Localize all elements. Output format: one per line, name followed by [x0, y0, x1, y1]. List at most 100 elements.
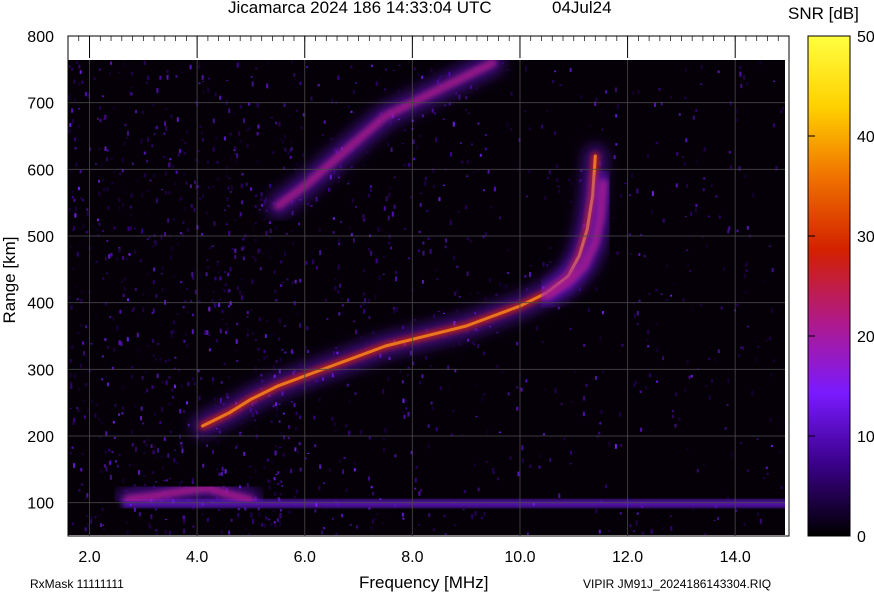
noise-pixel	[684, 97, 687, 99]
noise-pixel	[177, 242, 180, 245]
noise-pixel	[746, 325, 749, 328]
noise-pixel	[260, 197, 263, 202]
noise-pixel	[250, 187, 253, 191]
noise-pixel	[772, 123, 775, 128]
noise-pixel	[682, 156, 685, 158]
noise-pixel	[614, 444, 617, 449]
noise-pixel	[223, 362, 226, 365]
noise-pixel	[370, 485, 373, 489]
noise-pixel	[208, 348, 211, 352]
noise-pixel	[295, 426, 298, 431]
noise-pixel	[499, 216, 502, 220]
noise-pixel	[155, 197, 158, 199]
noise-pixel	[548, 170, 551, 175]
y-tick-label: 300	[27, 362, 54, 379]
noise-pixel	[399, 370, 402, 373]
noise-pixel	[151, 245, 154, 247]
noise-pixel	[426, 209, 429, 212]
noise-pixel	[199, 125, 202, 128]
noise-pixel	[295, 110, 298, 112]
noise-pixel	[186, 129, 189, 134]
noise-pixel	[293, 403, 296, 408]
y-tick-label: 800	[27, 29, 54, 46]
noise-pixel	[69, 123, 72, 127]
noise-pixel	[261, 523, 264, 527]
noise-pixel	[181, 139, 184, 141]
noise-pixel	[134, 403, 137, 409]
noise-pixel	[467, 338, 470, 342]
noise-pixel	[101, 421, 104, 424]
noise-pixel	[168, 376, 171, 379]
noise-pixel	[157, 447, 160, 453]
noise-pixel	[383, 256, 385, 258]
noise-pixel	[169, 402, 172, 406]
noise-pixel	[200, 377, 203, 380]
noise-pixel	[456, 308, 458, 313]
noise-pixel	[163, 437, 166, 441]
noise-pixel	[520, 387, 523, 392]
noise-pixel	[147, 439, 150, 442]
noise-pixel	[270, 522, 273, 527]
noise-pixel	[510, 128, 513, 132]
noise-pixel	[368, 248, 370, 251]
noise-pixel	[278, 318, 281, 324]
noise-pixel	[236, 286, 239, 291]
noise-pixel	[180, 442, 183, 445]
noise-pixel	[282, 281, 285, 283]
noise-pixel	[317, 84, 320, 87]
noise-pixel	[225, 175, 228, 178]
noise-pixel	[640, 427, 643, 432]
noise-pixel	[146, 189, 149, 192]
noise-pixel	[363, 268, 366, 273]
noise-pixel	[402, 411, 405, 414]
noise-pixel	[362, 214, 365, 219]
noise-pixel	[570, 400, 573, 403]
noise-pixel	[746, 81, 749, 86]
noise-pixel	[289, 155, 292, 159]
noise-pixel	[104, 257, 107, 261]
noise-pixel	[383, 448, 386, 452]
noise-pixel	[77, 186, 80, 191]
noise-pixel	[171, 396, 174, 399]
noise-pixel	[436, 278, 439, 280]
noise-pixel	[170, 255, 173, 260]
noise-pixel	[217, 177, 220, 181]
noise-pixel	[145, 81, 148, 85]
noise-pixel	[433, 184, 436, 188]
noise-pixel	[431, 406, 434, 411]
noise-pixel	[645, 385, 647, 390]
noise-pixel	[192, 313, 194, 317]
noise-pixel	[717, 70, 720, 73]
noise-pixel	[382, 512, 385, 514]
noise-pixel	[529, 265, 532, 267]
noise-pixel	[272, 151, 275, 154]
noise-pixel	[658, 88, 661, 91]
noise-pixel	[177, 153, 180, 157]
noise-pixel	[168, 530, 171, 535]
noise-pixel	[280, 432, 283, 435]
noise-pixel	[153, 173, 156, 178]
noise-pixel	[315, 196, 318, 202]
noise-pixel	[730, 452, 733, 457]
noise-pixel	[150, 444, 153, 448]
noise-pixel	[165, 479, 168, 482]
noise-pixel	[628, 194, 631, 197]
noise-pixel	[636, 311, 639, 316]
noise-pixel	[71, 108, 74, 113]
noise-pixel	[702, 188, 705, 191]
noise-pixel	[496, 331, 499, 334]
noise-pixel	[100, 523, 102, 527]
noise-pixel	[447, 389, 450, 391]
noise-pixel	[342, 469, 344, 474]
noise-pixel	[189, 184, 192, 189]
noise-pixel	[161, 266, 164, 271]
noise-pixel	[368, 316, 371, 319]
noise-pixel	[164, 171, 167, 176]
noise-pixel	[769, 417, 772, 423]
noise-pixel	[79, 363, 82, 368]
noise-pixel	[265, 516, 268, 520]
noise-pixel	[123, 141, 126, 146]
noise-pixel	[239, 104, 242, 109]
noise-pixel	[360, 305, 363, 308]
noise-pixel	[306, 326, 309, 331]
